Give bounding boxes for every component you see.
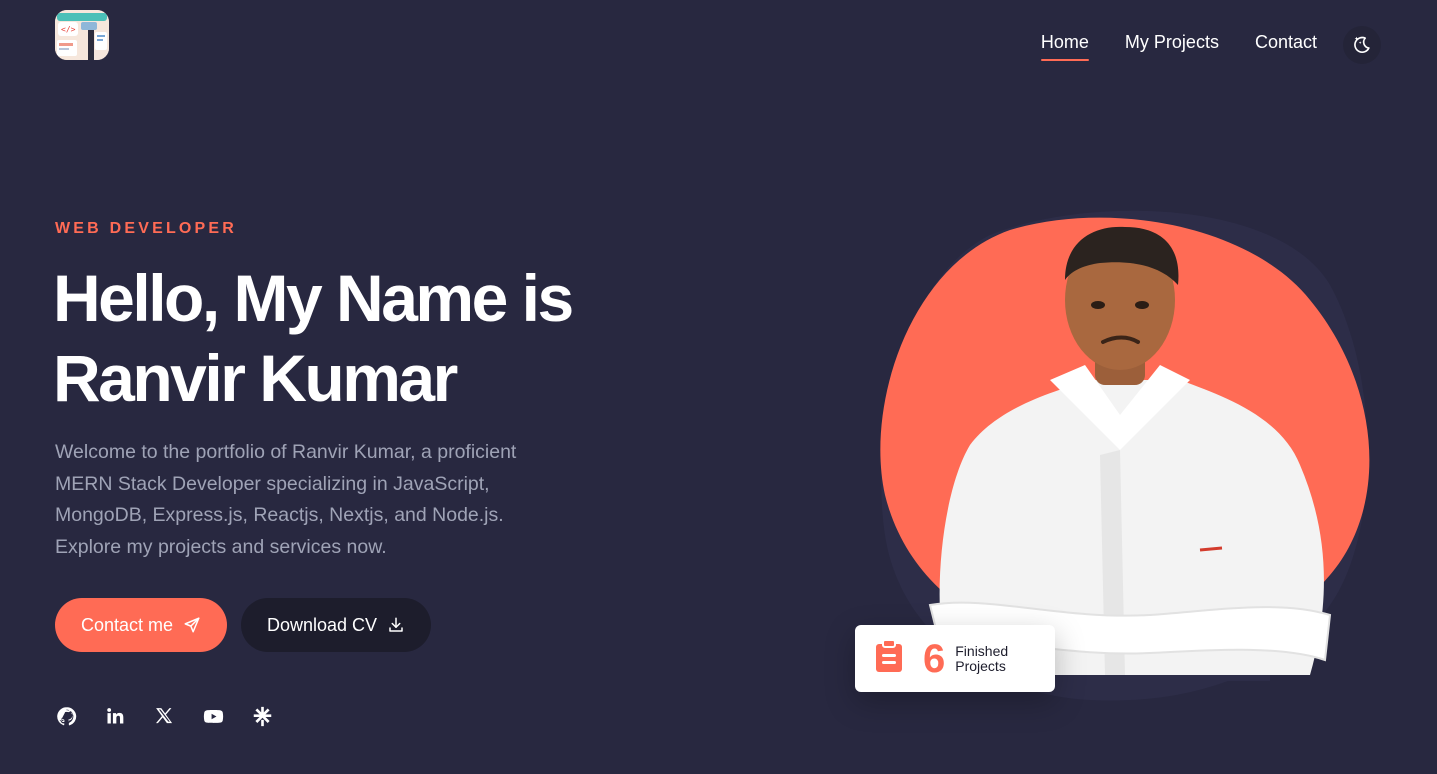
headline-line-2: Ranvir Kumar	[53, 341, 458, 415]
finished-projects-card: 6 Finished Projects	[855, 625, 1055, 692]
main-nav: Home My Projects Contact	[1040, 26, 1381, 64]
clipboard-icon	[875, 639, 903, 677]
stat-number: 6	[923, 636, 946, 681]
contact-button-label: Contact me	[80, 614, 174, 635]
youtube-icon[interactable]	[202, 705, 224, 727]
headline-line-1: Hello, My Name is	[53, 261, 574, 335]
social-links	[55, 705, 300, 727]
hero-headline: Hello, My Name is Ranvir Kumar	[53, 258, 673, 418]
theme-toggle-button[interactable]	[1343, 26, 1381, 64]
download-cv-button[interactable]: Download CV	[241, 598, 431, 652]
stat-label: Finished Projects	[955, 642, 1009, 674]
cv-button-label: Download CV	[266, 614, 378, 635]
hero-intro: Welcome to the portfolio of Ranvir Kumar…	[55, 441, 517, 558]
logo-illustration-icon: </>	[55, 10, 109, 60]
svg-text:</>: </>	[61, 25, 76, 34]
x-icon[interactable]	[153, 705, 175, 727]
linktree-icon[interactable]	[251, 705, 273, 727]
linkedin-icon[interactable]	[104, 705, 126, 727]
site-logo[interactable]: </>	[55, 10, 109, 60]
nav-contact-link[interactable]: Contact	[1255, 32, 1317, 59]
nav-projects-link[interactable]: My Projects	[1125, 32, 1219, 59]
contact-me-button[interactable]: Contact me	[55, 598, 227, 652]
github-icon[interactable]	[55, 705, 77, 727]
moon-stars-icon	[1354, 36, 1370, 53]
download-icon	[387, 616, 405, 634]
send-icon	[183, 616, 201, 634]
nav-home-link[interactable]: Home	[1040, 32, 1089, 61]
hero-subtitle: WEB DEVELOPER	[55, 220, 238, 237]
